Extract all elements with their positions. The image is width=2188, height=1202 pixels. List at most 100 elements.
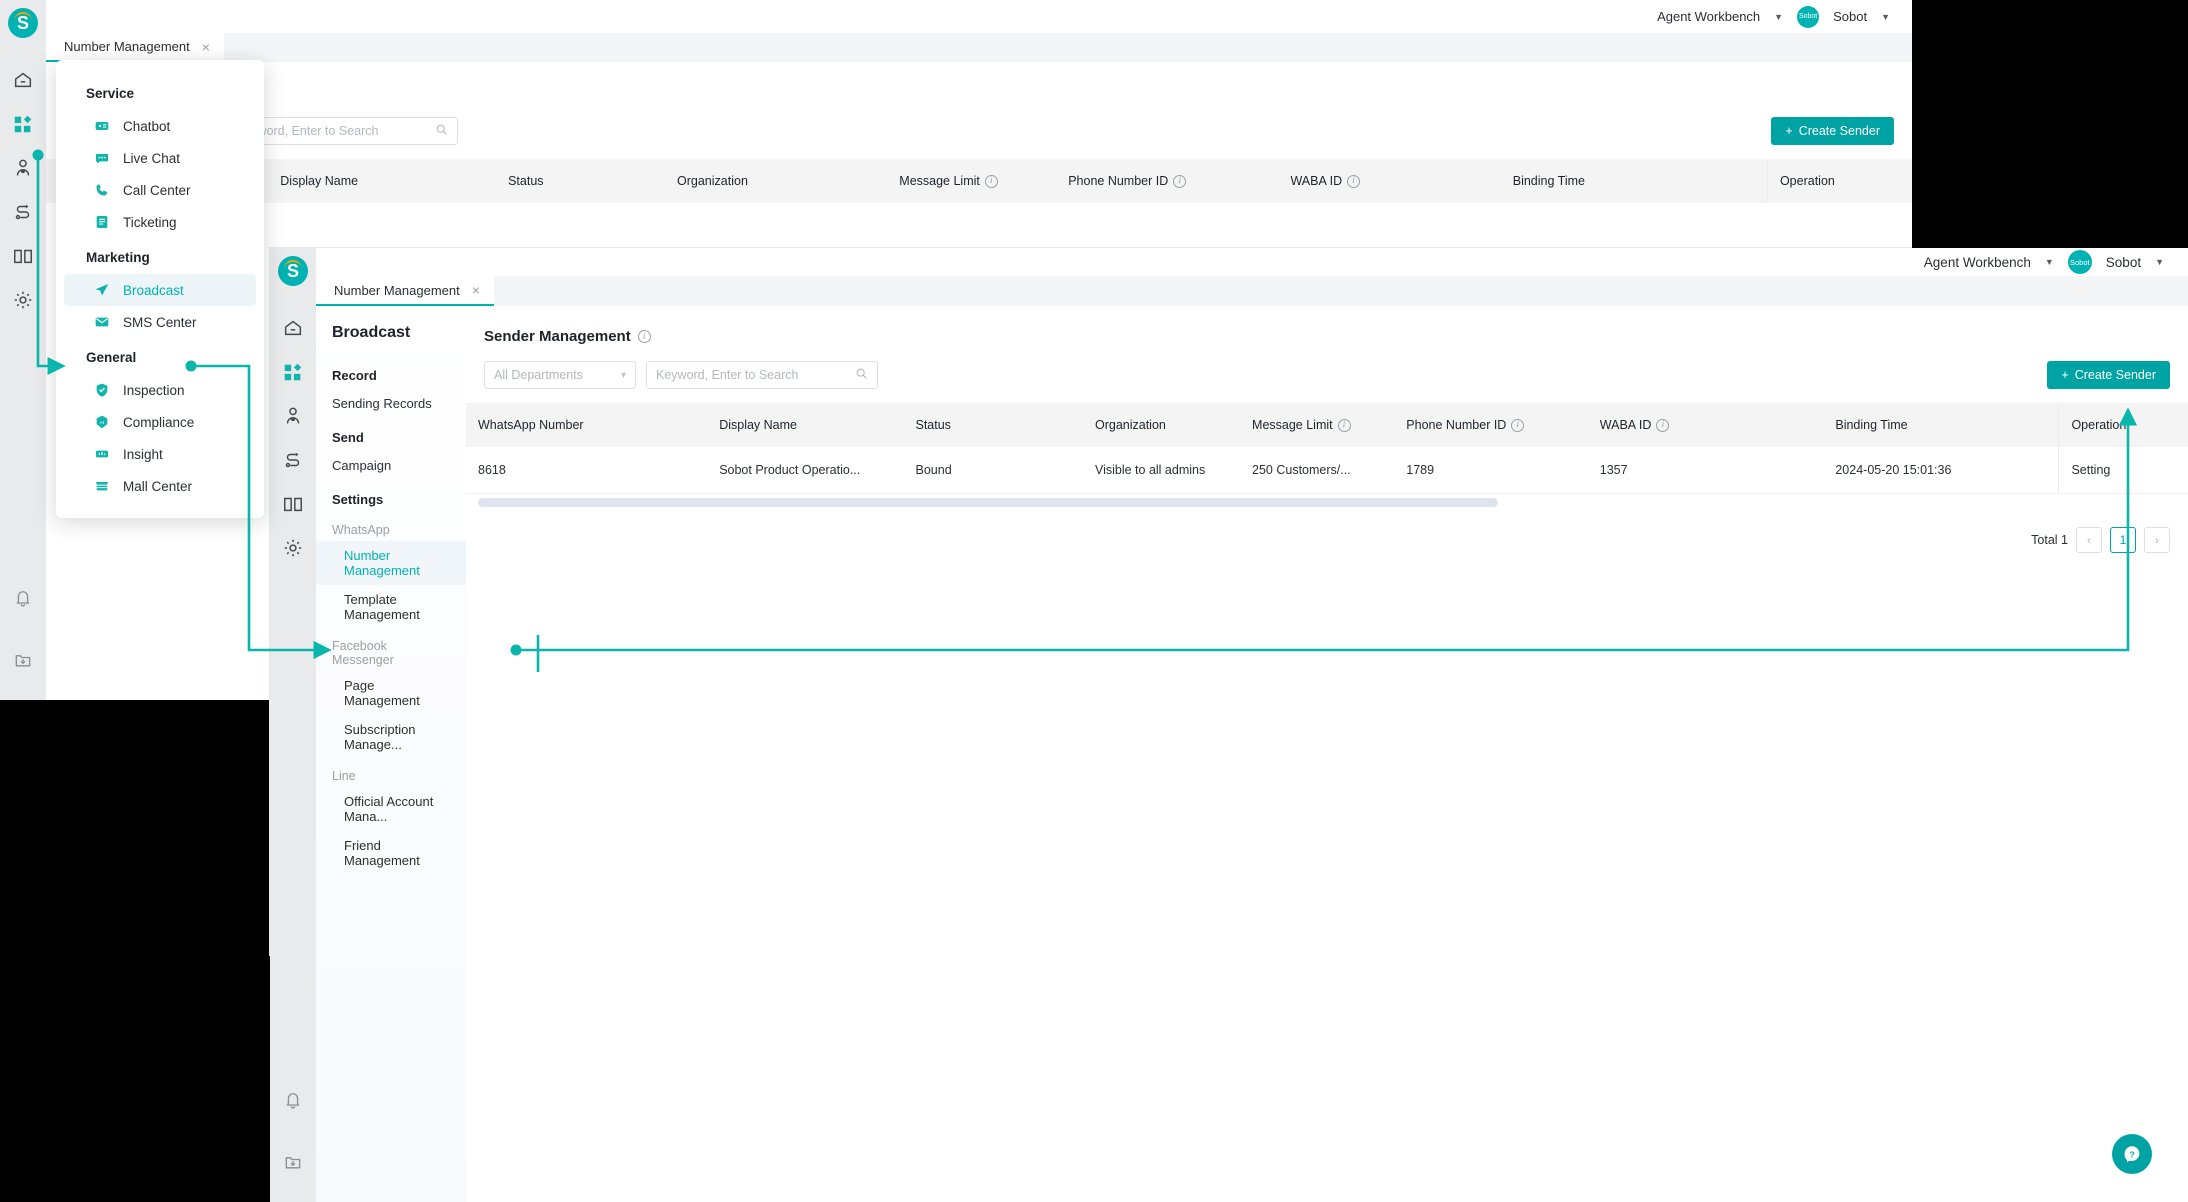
close-icon[interactable]: × — [472, 283, 480, 297]
info-icon[interactable]: i — [1656, 418, 1670, 432]
apps-grid-icon[interactable] — [270, 350, 316, 394]
subnav-sub-facebook-messenger: Facebook Messenger — [332, 639, 394, 667]
search-icon[interactable] — [435, 123, 448, 139]
col-message-limit[interactable]: Message Limit i — [1240, 403, 1395, 447]
downloads-icon[interactable] — [0, 638, 46, 682]
col-display-name[interactable]: Display Name — [268, 159, 497, 203]
settings-gear-icon[interactable] — [270, 526, 316, 570]
workbench-switcher-background[interactable]: Agent Workbench — [1657, 9, 1760, 24]
subnav-item-friend-management[interactable]: Friend Management — [316, 831, 466, 875]
knowledge-book-icon[interactable] — [270, 482, 316, 526]
col-binding-time[interactable]: Binding Time — [1500, 159, 1768, 203]
flyout-item-label: Chatbot — [123, 118, 171, 134]
flyout-item-compliance[interactable]: AI Compliance — [64, 406, 256, 438]
col-phone-number-id[interactable]: Phone Number ID i — [1394, 403, 1588, 447]
cell-status: Bound — [903, 447, 1083, 494]
flyout-item-inspection[interactable]: Inspection — [64, 374, 256, 406]
flyout-item-chatbot[interactable]: Chatbot — [64, 110, 256, 142]
col-operation[interactable]: Operation — [2058, 403, 2188, 447]
primary-nav-flyout: Service Chatbot Live Chat Call Center Ti… — [56, 60, 264, 518]
col-waba-id[interactable]: WABA ID i — [1587, 403, 1824, 447]
col-waba-id[interactable]: WABA ID i — [1278, 159, 1501, 203]
cell-phone-number-id: 1789 — [1394, 447, 1588, 494]
cell-organization: Visible to all admins — [1082, 447, 1241, 494]
home-icon[interactable] — [270, 306, 316, 350]
col-display-name[interactable]: Display Name — [707, 403, 904, 447]
flyout-item-live-chat[interactable]: Live Chat — [64, 142, 256, 174]
subnav-sub-line: Line — [332, 769, 356, 783]
flyout-item-insight[interactable]: Insight — [64, 438, 256, 470]
mall-center-icon — [94, 478, 110, 494]
col-organization[interactable]: Organization — [1082, 403, 1241, 447]
subnav-group-record: Record — [332, 368, 377, 383]
col-status[interactable]: Status — [496, 159, 666, 203]
subnav-item-official-account-management[interactable]: Official Account Mana... — [316, 787, 466, 831]
chatbot-icon — [94, 118, 110, 134]
contacts-icon[interactable] — [0, 146, 46, 190]
col-status[interactable]: Status — [903, 403, 1083, 447]
account-name[interactable]: Sobot — [2106, 255, 2141, 270]
flyout-item-call-center[interactable]: Call Center — [64, 174, 256, 206]
workflow-icon[interactable] — [0, 190, 46, 234]
subnav-item-subscription-management[interactable]: Subscription Manage... — [316, 715, 466, 759]
search-placeholder: Keyword, Enter to Search — [656, 368, 799, 382]
flyout-item-ticketing[interactable]: Ticketing — [64, 206, 256, 238]
col-operation[interactable]: Operation — [1766, 159, 1912, 203]
info-icon[interactable]: i — [1337, 418, 1351, 432]
info-icon[interactable]: i — [984, 174, 998, 188]
col-organization[interactable]: Organization — [665, 159, 888, 203]
knowledge-book-icon[interactable] — [0, 234, 46, 278]
info-icon[interactable]: i — [1173, 174, 1187, 188]
tab-number-management[interactable]: Number Management × — [316, 276, 494, 306]
top-account-bar: Agent Workbench ▼ Sobot Sobot ▼ — [316, 248, 2188, 276]
close-icon[interactable]: × — [202, 40, 210, 54]
cell-whatsapp-number: 8618 — [466, 447, 708, 494]
table-row[interactable]: 8618 Sobot Product Operatio... Bound Vis… — [466, 447, 2188, 494]
home-icon[interactable] — [0, 58, 46, 102]
rail-bottom-group — [270, 1078, 316, 1202]
settings-gear-icon[interactable] — [0, 278, 46, 322]
search-icon[interactable] — [855, 367, 868, 383]
create-sender-button-background[interactable]: + Create Sender — [1771, 117, 1894, 145]
workflow-icon[interactable] — [270, 438, 316, 482]
flyout-item-mall-center[interactable]: Mall Center — [64, 470, 256, 502]
downloads-icon[interactable] — [270, 1140, 316, 1184]
info-icon[interactable]: i — [1347, 174, 1361, 188]
create-sender-button[interactable]: + Create Sender — [2047, 361, 2170, 389]
help-button[interactable]: ? — [2112, 1134, 2152, 1174]
apps-grid-icon[interactable] — [0, 102, 46, 146]
subnav-item-template-management[interactable]: Template Management — [316, 585, 466, 629]
subnav-item-number-management[interactable]: Number Management — [316, 541, 466, 585]
workbench-switcher[interactable]: Agent Workbench — [1924, 255, 2031, 270]
tab-number-management-background[interactable]: Number Management × — [46, 33, 224, 62]
notification-bell-icon[interactable] — [0, 576, 46, 620]
pagination-next-button[interactable]: › — [2144, 527, 2170, 553]
account-name-background[interactable]: Sobot — [1833, 9, 1867, 24]
pagination-prev-button[interactable]: ‹ — [2076, 527, 2102, 553]
search-input[interactable]: Keyword, Enter to Search — [646, 361, 878, 389]
cell-message-limit: 250 Customers/... — [1240, 447, 1395, 494]
col-whatsapp-number[interactable]: WhatsApp Number — [466, 403, 708, 447]
flyout-item-broadcast[interactable]: Broadcast — [64, 274, 256, 306]
app-logo[interactable]: S — [8, 8, 38, 38]
avatar[interactable]: Sobot — [2067, 250, 2092, 274]
notification-bell-icon[interactable] — [270, 1078, 316, 1122]
setting-link[interactable]: Setting — [2058, 447, 2188, 494]
flyout-item-sms-center[interactable]: SMS Center — [64, 306, 256, 338]
contacts-icon[interactable] — [270, 394, 316, 438]
flyout-item-label: Inspection — [123, 382, 185, 398]
app-logo[interactable]: S — [278, 256, 308, 286]
subnav-item-sending-records[interactable]: Sending Records — [316, 389, 466, 418]
subnav-item-campaign[interactable]: Campaign — [316, 451, 466, 480]
info-icon[interactable]: i — [637, 330, 651, 343]
col-phone-number-id[interactable]: Phone Number ID i — [1056, 159, 1279, 203]
col-binding-time[interactable]: Binding Time — [1823, 403, 2059, 447]
col-message-limit[interactable]: Message Limit i — [887, 159, 1057, 203]
plus-icon: + — [1785, 124, 1793, 138]
table-horizontal-scrollbar[interactable] — [478, 498, 1498, 507]
info-icon[interactable]: i — [1511, 418, 1525, 432]
department-filter[interactable]: All Departments ▾ — [484, 361, 636, 389]
pagination-page-1[interactable]: 1 — [2110, 527, 2136, 553]
subnav-item-page-management[interactable]: Page Management — [316, 671, 466, 715]
avatar[interactable]: Sobot — [1797, 5, 1820, 28]
